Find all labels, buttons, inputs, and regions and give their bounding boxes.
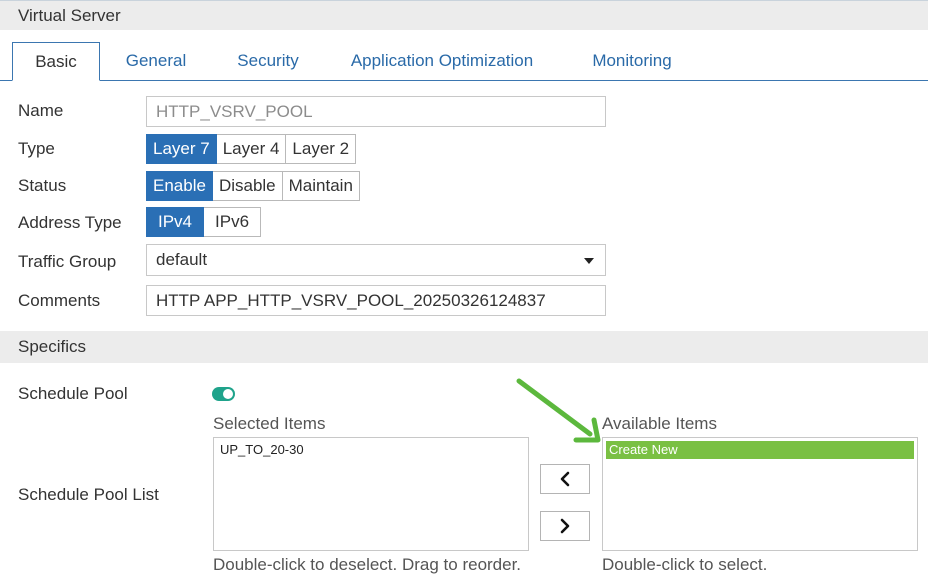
comments-label: Comments <box>18 291 101 310</box>
annotation-arrow-icon <box>516 378 601 443</box>
status-option-maintain[interactable]: Maintain <box>282 171 360 201</box>
available-items-list[interactable]: Create New <box>602 437 918 551</box>
tab-bar: Basic General Security Application Optim… <box>12 42 928 81</box>
type-segmented-control: Layer 7 Layer 4 Layer 2 <box>146 134 357 164</box>
section-title: Virtual Server <box>18 5 121 25</box>
selected-items-list[interactable]: UP_TO_20-30 <box>213 437 529 551</box>
list-item[interactable]: Create New <box>606 441 914 459</box>
move-left-button[interactable] <box>540 464 590 494</box>
caret-down-icon <box>584 258 594 264</box>
tab-security[interactable]: Security <box>226 42 310 81</box>
status-option-enable[interactable]: Enable <box>146 171 213 201</box>
toggle-knob <box>223 389 233 399</box>
section-title: Specifics <box>18 337 87 356</box>
tab-monitoring[interactable]: Monitoring <box>582 42 682 81</box>
type-option-layer2[interactable]: Layer 2 <box>286 134 357 164</box>
address-type-segmented-control: IPv4 IPv6 <box>146 207 262 237</box>
status-option-disable[interactable]: Disable <box>212 171 283 201</box>
available-items-hint: Double-click to select. <box>602 555 768 574</box>
list-item[interactable]: UP_TO_20-30 <box>217 441 525 459</box>
traffic-group-select[interactable]: default <box>146 244 606 276</box>
available-items-title: Available Items <box>602 414 717 433</box>
status-segmented-control: Enable Disable Maintain <box>146 171 360 201</box>
section-header-specifics: Specifics <box>0 331 928 363</box>
tab-application-optimization[interactable]: Application Optimization <box>342 42 542 81</box>
traffic-group-value: default <box>156 250 208 269</box>
schedule-pool-toggle[interactable] <box>212 387 235 401</box>
selected-items-hint: Double-click to deselect. Drag to reorde… <box>213 555 522 574</box>
type-label: Type <box>18 139 55 158</box>
type-option-layer7[interactable]: Layer 7 <box>146 134 217 164</box>
name-input[interactable]: HTTP_VSRV_POOL <box>146 96 606 127</box>
type-option-layer4[interactable]: Layer 4 <box>216 134 287 164</box>
chevron-left-icon <box>560 471 570 487</box>
address-type-option-ipv6[interactable]: IPv6 <box>204 207 262 237</box>
schedule-pool-label: Schedule Pool <box>18 384 128 403</box>
address-type-label: Address Type <box>18 213 122 232</box>
status-label: Status <box>18 176 67 195</box>
comments-input[interactable]: HTTP APP_HTTP_VSRV_POOL_20250326124837 <box>146 285 606 316</box>
schedule-pool-list-label: Schedule Pool List <box>18 485 159 504</box>
traffic-group-label: Traffic Group <box>18 252 117 271</box>
chevron-right-icon <box>560 518 570 534</box>
tab-general[interactable]: General <box>116 42 196 81</box>
address-type-option-ipv4[interactable]: IPv4 <box>146 207 205 237</box>
section-header-virtual-server: Virtual Server <box>0 0 928 30</box>
move-right-button[interactable] <box>540 511 590 541</box>
tab-basic[interactable]: Basic <box>12 42 100 81</box>
selected-items-title: Selected Items <box>213 414 326 433</box>
name-label: Name <box>18 101 64 120</box>
